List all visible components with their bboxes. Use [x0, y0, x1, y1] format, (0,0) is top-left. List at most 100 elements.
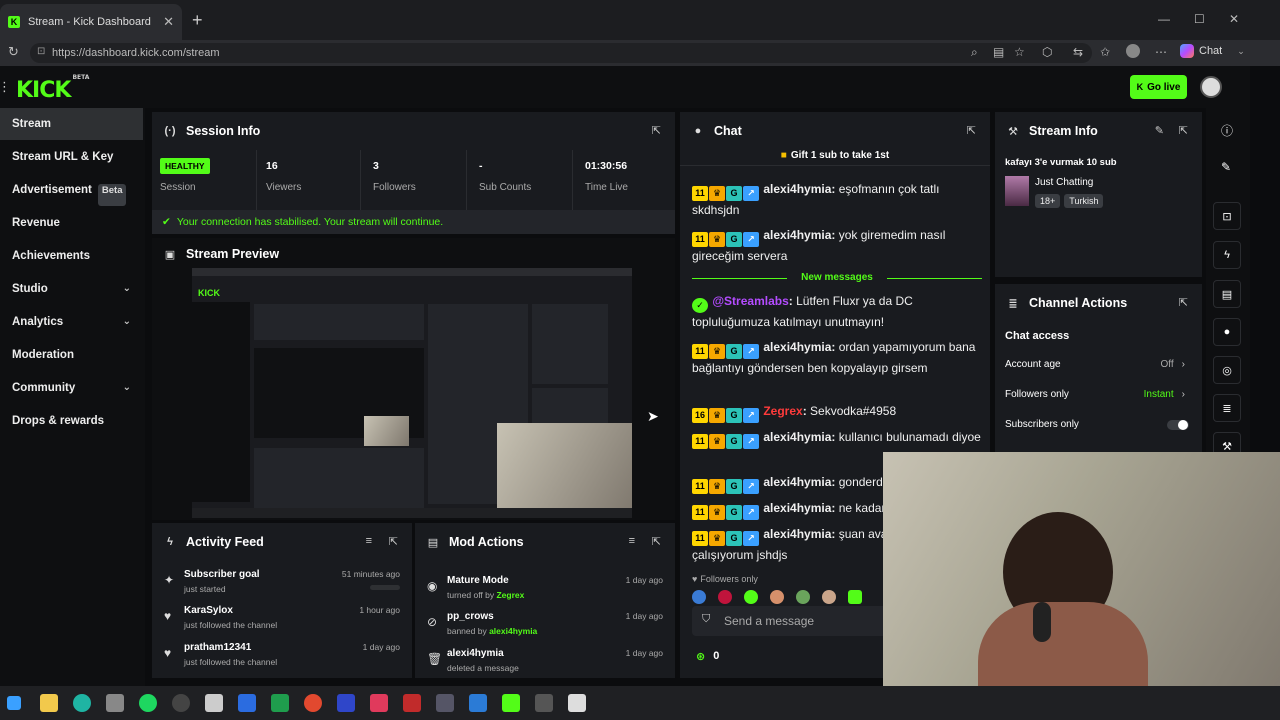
- menu-icon[interactable]: ⋮: [0, 79, 11, 95]
- emote-icon[interactable]: [848, 590, 862, 604]
- popout-icon[interactable]: ⇱: [652, 535, 661, 548]
- sidebar-item-achievements[interactable]: Achievements: [0, 240, 143, 272]
- dashboard-header: ⋮ KICKBETA K Go live: [0, 66, 1250, 108]
- sparkle-icon: ✦: [164, 573, 175, 587]
- sidebar-item-revenue[interactable]: Revenue: [0, 207, 143, 239]
- favorite-star-icon[interactable]: ☆: [1014, 45, 1025, 59]
- app-icon[interactable]: [304, 694, 322, 712]
- channel-points[interactable]: ⊛ 0: [696, 650, 719, 663]
- chevron-right-icon: ›: [1181, 359, 1185, 370]
- clip-icon[interactable]: ⊡: [1213, 202, 1241, 230]
- bolt-icon[interactable]: ϟ: [1213, 241, 1241, 269]
- word-icon[interactable]: [238, 694, 256, 712]
- app-icon[interactable]: [337, 694, 355, 712]
- chevron-down-icon[interactable]: ⌄: [1237, 46, 1245, 57]
- emote-icon[interactable]: [770, 590, 784, 604]
- file-explorer-icon[interactable]: [40, 694, 58, 712]
- layers-icon[interactable]: ≣: [1213, 394, 1241, 422]
- go-live-button[interactable]: K Go live: [1130, 75, 1187, 99]
- info-icon[interactable]: ⓘ: [1221, 122, 1233, 139]
- app-icon[interactable]: [403, 694, 421, 712]
- new-tab-button[interactable]: +: [192, 10, 203, 31]
- sidebar-item-analytics[interactable]: Analytics ⌄: [0, 306, 143, 338]
- connection-status: ✔ Your connection has stabilised. Your st…: [152, 210, 675, 234]
- sidebar-item-moderation[interactable]: Moderation: [0, 339, 143, 371]
- reader-icon[interactable]: ▤: [993, 45, 1004, 59]
- more-menu-icon[interactable]: ⋯: [1155, 45, 1167, 59]
- tag: Turkish: [1064, 194, 1104, 208]
- popout-icon[interactable]: ⇱: [1179, 296, 1188, 309]
- app-icon[interactable]: [370, 694, 388, 712]
- spotify-icon[interactable]: [139, 694, 157, 712]
- user-avatar[interactable]: [1200, 76, 1222, 98]
- popout-icon[interactable]: ⇱: [652, 124, 661, 137]
- site-info-icon[interactable]: ⊡: [37, 46, 45, 57]
- activity-item: ✦ Subscriber goal just started 51 minutes …: [164, 569, 400, 594]
- excel-icon[interactable]: [271, 694, 289, 712]
- app-icon[interactable]: [568, 694, 586, 712]
- new-messages-divider[interactable]: New messages: [692, 272, 982, 283]
- sidebar-item-stream[interactable]: Stream: [0, 108, 143, 140]
- sidebar-item-community[interactable]: Community ⌄: [0, 372, 143, 404]
- sidebar-item-drops-rewards[interactable]: Drops & rewards: [0, 405, 143, 437]
- edge-icon[interactable]: [73, 694, 91, 712]
- obs-icon[interactable]: [172, 694, 190, 712]
- browser-tab[interactable]: K Stream - Kick Dashboard ✕: [0, 4, 182, 40]
- favorites-icon[interactable]: ✩: [1100, 45, 1110, 59]
- kick-icon[interactable]: [502, 694, 520, 712]
- chat-bubble-icon[interactable]: ●: [1213, 318, 1241, 346]
- panel-title: Mod Actions: [449, 535, 524, 549]
- edit-icon[interactable]: ✎: [1221, 160, 1231, 174]
- chat-message: ✓ @Streamlabs: Lütfen Fluxr ya da DC top…: [692, 294, 913, 329]
- gift-banner[interactable]: ■ Gift 1 sub to take 1st: [680, 146, 990, 166]
- emote-icon[interactable]: [744, 590, 758, 604]
- start-icon[interactable]: [7, 696, 21, 710]
- app-icon[interactable]: [535, 694, 553, 712]
- stream-preview-panel: ▣ Stream Preview KICK ➤: [152, 238, 675, 520]
- broadcast-icon[interactable]: ◎: [1213, 356, 1241, 384]
- zoom-icon[interactable]: ⌕: [971, 45, 978, 60]
- emote-icon[interactable]: [796, 590, 810, 604]
- health-stat: HEALTHY Session: [152, 150, 257, 210]
- stream-preview-video[interactable]: KICK: [192, 268, 632, 518]
- filter-icon[interactable]: ≡: [629, 535, 635, 547]
- window-close-icon[interactable]: ✕: [1229, 12, 1239, 26]
- chevron-down-icon: ⌄: [122, 283, 131, 294]
- sidebar-item-stream-url-key[interactable]: Stream URL & Key: [0, 141, 143, 173]
- minimize-icon[interactable]: —: [1158, 12, 1170, 26]
- app-icon[interactable]: [469, 694, 487, 712]
- split-screen-icon[interactable]: ⇆: [1073, 45, 1083, 59]
- url-field[interactable]: ⊡ https://dashboard.kick.com/stream: [30, 43, 1092, 63]
- popout-icon[interactable]: ⇱: [967, 124, 976, 137]
- edit-icon[interactable]: ✎: [1155, 124, 1164, 137]
- panel-title: Stream Info: [1029, 124, 1098, 138]
- emote-icon[interactable]: [718, 590, 732, 604]
- sidebar-item-advertisement[interactable]: Advertisement Beta: [0, 174, 143, 206]
- calculator-icon[interactable]: [205, 694, 223, 712]
- popout-icon[interactable]: ⇱: [389, 535, 398, 548]
- followers-only-row[interactable]: Followers only Instant ›: [1005, 389, 1185, 400]
- maximize-icon[interactable]: ☐: [1194, 12, 1205, 26]
- channel-actions-panel: ≣ Channel Actions ⇱ Chat access Account a…: [995, 284, 1202, 454]
- clipboard-icon: ▤: [427, 536, 439, 549]
- activity-feed-panel: ϟ Activity Feed ≡ ⇱ ✦ Subscriber goal just…: [152, 523, 412, 678]
- profile-icon[interactable]: [1126, 44, 1140, 58]
- app-icon[interactable]: [436, 694, 454, 712]
- emote-icon[interactable]: [822, 590, 836, 604]
- copilot-chat-button[interactable]: Chat ⌄: [1180, 44, 1245, 58]
- document-icon[interactable]: ▤: [1213, 280, 1241, 308]
- kick-logo[interactable]: KICKBETA: [16, 74, 89, 103]
- copilot-label: Chat: [1199, 45, 1223, 57]
- filter-icon[interactable]: ≡: [366, 535, 372, 547]
- chat-input[interactable]: ⛉ Send a message: [692, 606, 892, 636]
- app-icon[interactable]: [106, 694, 124, 712]
- reload-icon[interactable]: ↻: [8, 44, 19, 60]
- popout-icon[interactable]: ⇱: [1179, 124, 1188, 137]
- account-age-row[interactable]: Account age Off ›: [1005, 359, 1185, 370]
- subscribers-only-toggle[interactable]: [1167, 420, 1189, 430]
- close-tab-icon[interactable]: ✕: [163, 14, 174, 30]
- extensions-icon[interactable]: ⬡: [1042, 45, 1052, 59]
- emote-icon[interactable]: [692, 590, 706, 604]
- sidebar-item-studio[interactable]: Studio ⌄: [0, 273, 143, 305]
- subscribers-only-row: Subscribers only: [1005, 419, 1189, 430]
